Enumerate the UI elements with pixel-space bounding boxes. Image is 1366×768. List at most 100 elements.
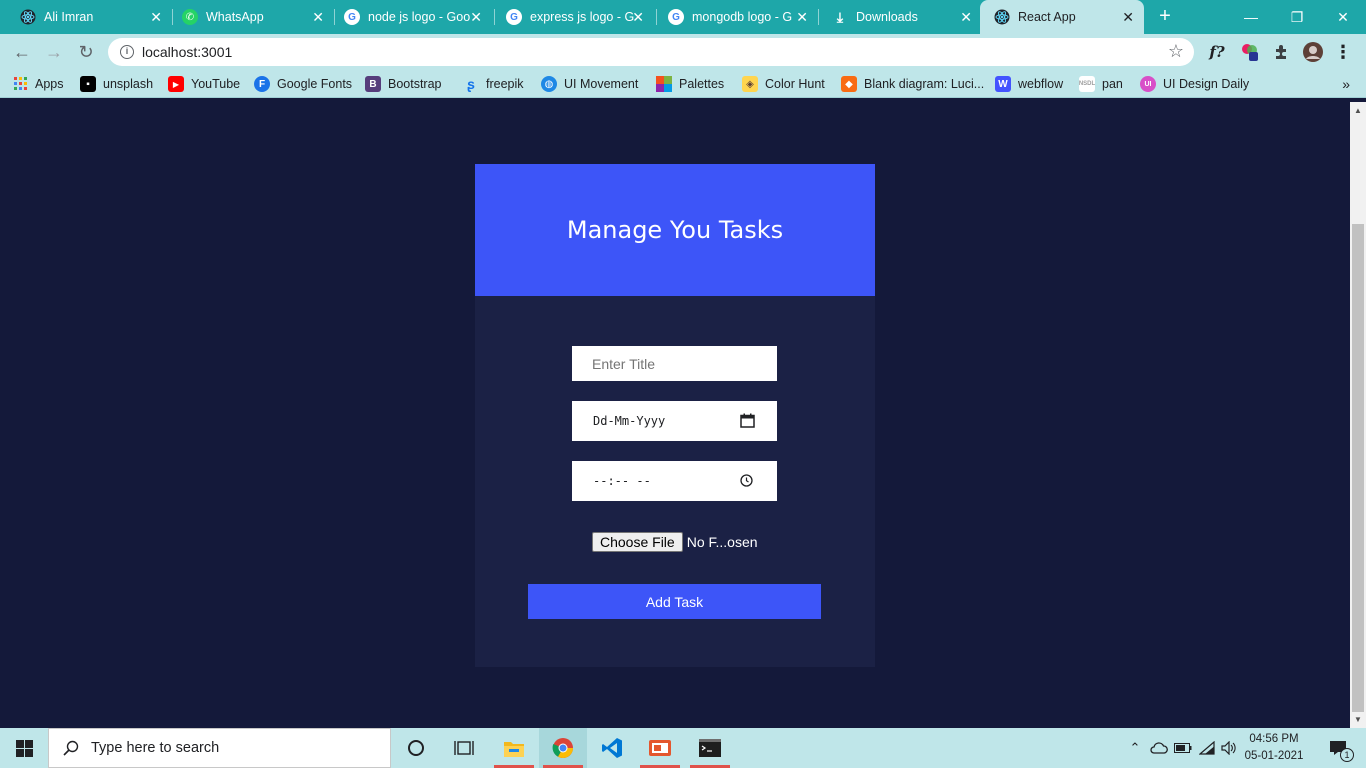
choose-file-button[interactable]: Choose File xyxy=(592,532,683,552)
font-extension-icon[interactable]: f? xyxy=(1206,42,1228,62)
page-viewport: Manage You Tasks Enter Title Dd-Mm-Yyyy … xyxy=(0,102,1350,728)
minimize-icon[interactable]: — xyxy=(1228,0,1274,34)
taskbar-search-box[interactable]: Type here to search xyxy=(48,728,391,768)
more-bookmarks-icon[interactable]: » xyxy=(1342,76,1350,92)
bootstrap-icon: B xyxy=(365,76,381,92)
google-icon: G xyxy=(344,9,360,25)
close-tab-icon[interactable]: ✕ xyxy=(960,9,972,26)
bookmark-label: Bootstrap xyxy=(388,77,442,91)
color-picker-extension-icon[interactable] xyxy=(1238,42,1262,62)
bookmark-label: unsplash xyxy=(103,77,154,91)
time-input[interactable]: --:-- -- xyxy=(572,461,777,501)
close-tab-icon[interactable]: ✕ xyxy=(150,9,162,26)
download-icon: ⤓ xyxy=(836,8,844,25)
extensions-puzzle-icon[interactable] xyxy=(1270,42,1292,62)
bookmark-label: webflow xyxy=(1018,77,1064,91)
bookmark-unsplash[interactable]: ▪ unsplash xyxy=(80,76,153,92)
site-info-icon[interactable]: i xyxy=(120,45,134,59)
notification-center-icon[interactable]: 1 xyxy=(1318,728,1358,768)
lucidchart-icon: ◆ xyxy=(841,76,857,92)
browser-tab[interactable]: ⤓ Downloads ✕ xyxy=(818,0,982,34)
bookmark-youtube[interactable]: ▶ YouTube xyxy=(168,76,240,92)
clock-icon[interactable] xyxy=(740,474,753,492)
wifi-icon[interactable] xyxy=(1196,728,1218,768)
calendar-icon[interactable] xyxy=(740,413,755,433)
browser-tab[interactable]: ✆ WhatsApp ✕ xyxy=(168,0,334,34)
close-tab-icon[interactable]: ✕ xyxy=(1122,9,1134,26)
google-icon: G xyxy=(506,9,522,25)
profile-avatar[interactable] xyxy=(1302,42,1324,62)
bookmark-pan[interactable]: NSDL pan xyxy=(1079,76,1123,92)
date-placeholder: Dd-Mm-Yyyy xyxy=(593,414,666,428)
battery-icon[interactable] xyxy=(1172,728,1194,768)
bookmark-lucidchart[interactable]: ◆ Blank diagram: Luci... xyxy=(841,76,984,92)
ui-movement-icon: ◍ xyxy=(541,76,557,92)
date-input[interactable]: Dd-Mm-Yyyy xyxy=(572,401,777,441)
scrollbar-thumb[interactable] xyxy=(1352,224,1364,712)
tab-title: React App xyxy=(1018,10,1076,24)
volume-icon[interactable] xyxy=(1218,728,1240,768)
browser-tab[interactable]: G node js logo - Goo ✕ xyxy=(330,0,492,34)
scroll-down-icon[interactable]: ▼ xyxy=(1354,715,1362,724)
windows-start-icon[interactable] xyxy=(0,728,48,768)
add-task-button[interactable]: Add Task xyxy=(528,584,821,619)
menu-kebab-icon[interactable]: ⋮ xyxy=(1334,42,1352,62)
bookmark-label: Blank diagram: Luci... xyxy=(864,77,985,91)
bookmark-star-icon[interactable]: ☆ xyxy=(1168,41,1184,62)
title-placeholder: Enter Title xyxy=(592,356,656,372)
bookmark-label: freepik xyxy=(486,77,524,91)
bookmark-bootstrap[interactable]: B Bootstrap xyxy=(365,76,442,92)
react-icon xyxy=(994,9,1010,25)
bookmark-ui-design-daily[interactable]: UI UI Design Daily xyxy=(1140,76,1249,92)
close-tab-icon[interactable]: ✕ xyxy=(470,9,482,26)
close-tab-icon[interactable]: ✕ xyxy=(796,9,808,26)
show-hidden-icons-icon[interactable]: ⌃ xyxy=(1126,728,1144,768)
bookmark-label: YouTube xyxy=(191,77,241,91)
nsdl-icon: NSDL xyxy=(1079,76,1095,92)
page-scrollbar[interactable]: ▲ ▼ xyxy=(1350,102,1366,728)
vscode-icon[interactable] xyxy=(588,728,636,768)
paint-app-icon[interactable] xyxy=(636,728,684,768)
tab-title: mongodb logo - G xyxy=(692,10,793,24)
close-tab-icon[interactable]: ✕ xyxy=(632,9,644,26)
reload-icon[interactable]: ↻ xyxy=(74,40,98,64)
google-fonts-icon: F xyxy=(254,76,270,92)
bookmark-apps[interactable]: Apps xyxy=(14,76,64,92)
bookmark-palettes[interactable]: Palettes xyxy=(656,76,724,92)
taskbar-search-placeholder: Type here to search xyxy=(91,740,220,756)
onedrive-cloud-icon[interactable] xyxy=(1148,728,1170,768)
close-window-icon[interactable]: ✕ xyxy=(1320,0,1366,34)
card-header: Manage You Tasks xyxy=(475,164,875,296)
scroll-up-icon[interactable]: ▲ xyxy=(1354,106,1362,115)
file-explorer-icon[interactable] xyxy=(490,728,538,768)
notification-count-badge: 1 xyxy=(1340,748,1354,762)
new-tab-button[interactable]: + xyxy=(1154,6,1176,28)
bookmark-ui-movement[interactable]: ◍ UI Movement xyxy=(541,76,638,92)
title-input[interactable]: Enter Title xyxy=(572,346,777,381)
task-view-icon[interactable] xyxy=(440,728,488,768)
terminal-icon[interactable] xyxy=(686,728,734,768)
browser-tab[interactable]: Ali Imran ✕ xyxy=(6,0,172,34)
browser-tab[interactable]: G express js logo - G ✕ xyxy=(492,0,654,34)
forward-arrow-icon[interactable]: → xyxy=(42,40,66,64)
back-arrow-icon[interactable]: ← xyxy=(10,40,34,64)
bookmark-google-fonts[interactable]: F Google Fonts xyxy=(254,76,352,92)
unsplash-icon: ▪ xyxy=(80,76,96,92)
chrome-icon[interactable] xyxy=(539,728,587,768)
taskbar-clock[interactable]: 04:56 PM 05-01-2021 xyxy=(1240,731,1308,765)
browser-tab-active[interactable]: React App ✕ xyxy=(980,0,1144,34)
cortana-icon[interactable] xyxy=(392,728,440,768)
close-tab-icon[interactable]: ✕ xyxy=(312,9,324,26)
bookmark-freepik[interactable]: ʂ freepik xyxy=(463,76,524,92)
windows-taskbar: Type here to search ⌃ 04:56 PM 05-01-202… xyxy=(0,728,1366,768)
address-bar[interactable]: i localhost:3001 ☆ xyxy=(108,38,1194,66)
bookmarks-bar: Apps ▪ unsplash ▶ YouTube F Google Fonts… xyxy=(0,70,1366,98)
browser-tab[interactable]: G mongodb logo - G ✕ xyxy=(654,0,818,34)
tab-title: express js logo - G xyxy=(530,10,635,24)
bookmark-webflow[interactable]: W webflow xyxy=(995,76,1063,92)
file-input: Choose File No F...osen xyxy=(592,531,758,553)
palettes-icon xyxy=(656,76,672,92)
bookmark-color-hunt[interactable]: ◈ Color Hunt xyxy=(742,76,825,92)
restore-icon[interactable]: ❐ xyxy=(1274,0,1320,34)
clock-time: 04:56 PM xyxy=(1249,733,1299,745)
